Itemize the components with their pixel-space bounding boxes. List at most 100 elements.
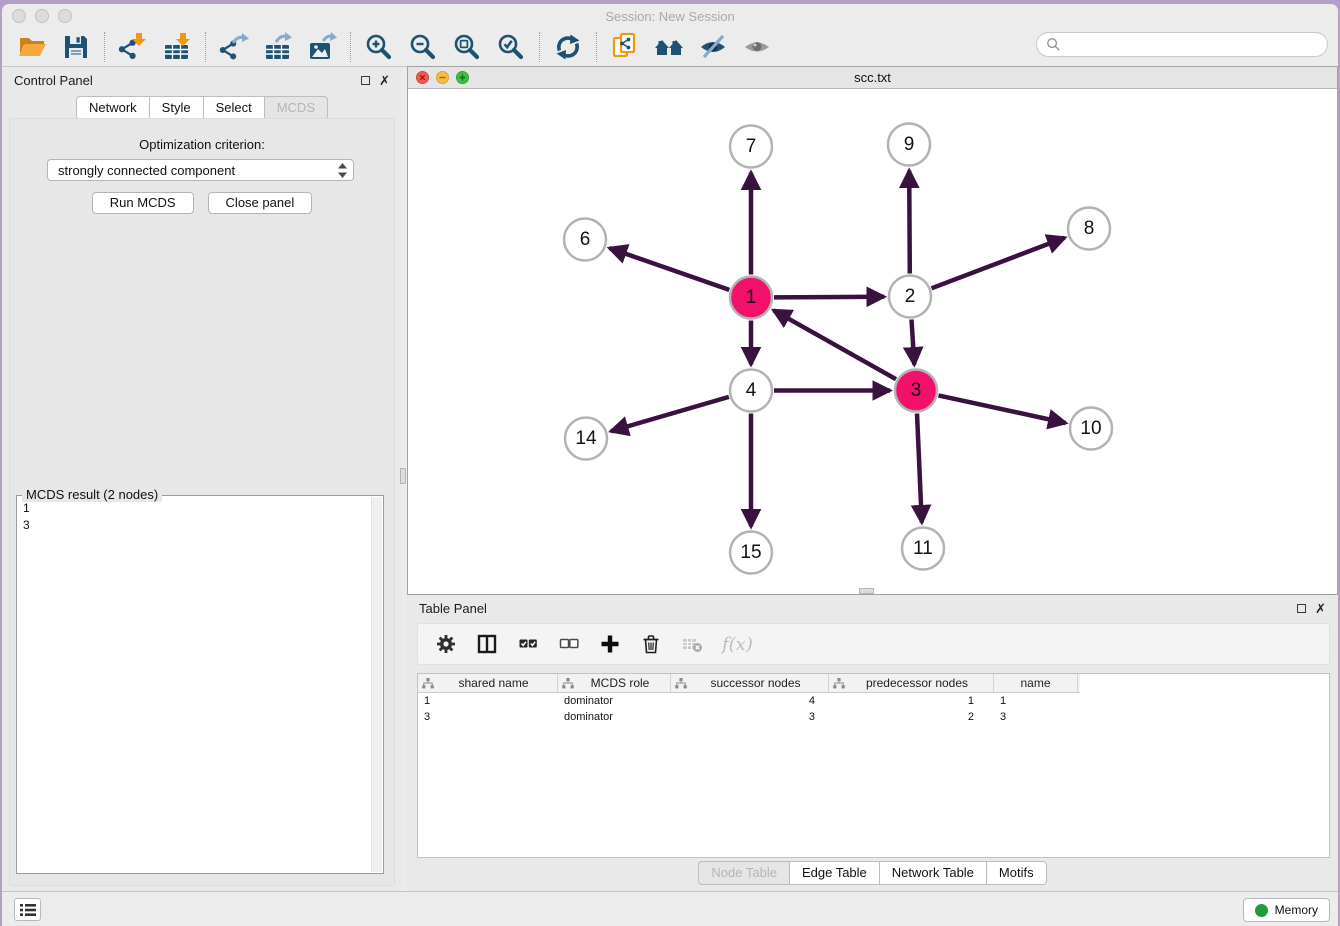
open-session-button[interactable] bbox=[10, 30, 54, 64]
tab-node-table[interactable]: Node Table bbox=[698, 861, 790, 885]
close-icon[interactable] bbox=[416, 71, 429, 84]
node-11[interactable]: 11 bbox=[902, 528, 944, 570]
tab-network-table[interactable]: Network Table bbox=[880, 861, 987, 885]
node-9[interactable]: 9 bbox=[888, 124, 930, 166]
new-network-from-selection-button[interactable] bbox=[603, 30, 647, 64]
edge-2-8[interactable] bbox=[932, 238, 1065, 289]
criterion-select[interactable]: strongly connected component bbox=[47, 159, 354, 181]
hide-selected-button[interactable] bbox=[691, 30, 735, 64]
node-label: 11 bbox=[913, 538, 933, 559]
column-header-predecessor-nodes[interactable]: predecessor nodes bbox=[829, 674, 994, 692]
table-row[interactable]: 3dominator323 bbox=[418, 709, 1329, 725]
column-header-label: name bbox=[998, 676, 1073, 690]
node-4[interactable]: 4 bbox=[730, 370, 772, 412]
tab-mcds[interactable]: MCDS bbox=[265, 96, 328, 120]
node-label: 1 bbox=[746, 287, 757, 308]
memory-button[interactable]: Memory bbox=[1243, 898, 1330, 922]
node-7[interactable]: 7 bbox=[730, 126, 772, 168]
delete-table-button[interactable] bbox=[681, 633, 703, 655]
gear-button[interactable] bbox=[435, 633, 457, 655]
table-row[interactable]: 1dominator411 bbox=[418, 693, 1329, 709]
tab-motifs[interactable]: Motifs bbox=[987, 861, 1047, 885]
column-type-icon bbox=[422, 678, 434, 689]
edge-3-10[interactable] bbox=[939, 395, 1066, 423]
search-box[interactable] bbox=[1036, 32, 1328, 57]
table-cell: 3 bbox=[994, 709, 1078, 725]
import-table-icon bbox=[162, 32, 192, 62]
node-label: 2 bbox=[905, 286, 916, 307]
horizontal-splitter-grip[interactable] bbox=[859, 588, 874, 594]
tab-network[interactable]: Network bbox=[76, 96, 150, 120]
close-panel-button[interactable]: Close panel bbox=[208, 192, 313, 214]
table-cell: 3 bbox=[671, 709, 829, 725]
node-8[interactable]: 8 bbox=[1068, 208, 1110, 250]
add-column-button[interactable] bbox=[599, 633, 621, 655]
table-cell: 4 bbox=[671, 693, 829, 709]
node-14[interactable]: 14 bbox=[565, 418, 607, 460]
network-window-controls bbox=[416, 71, 469, 84]
zoom-out-button[interactable] bbox=[401, 30, 445, 64]
maximize-icon[interactable] bbox=[456, 71, 469, 84]
float-panel-icon[interactable] bbox=[1297, 604, 1306, 613]
import-table-button[interactable] bbox=[155, 30, 199, 64]
network-canvas[interactable]: 7 9 6 8 1 2 4 3 14 10 15 11 bbox=[408, 89, 1337, 594]
table-cell: 1 bbox=[829, 693, 994, 709]
export-image-button[interactable] bbox=[300, 30, 344, 64]
vertical-splitter-grip[interactable] bbox=[400, 468, 406, 484]
export-network-button[interactable] bbox=[212, 30, 256, 64]
edge-1-6[interactable] bbox=[610, 248, 730, 290]
network-graph[interactable]: 7 9 6 8 1 2 4 3 14 10 15 11 bbox=[408, 89, 1337, 594]
edge-1-2[interactable] bbox=[774, 297, 884, 298]
export-table-button[interactable] bbox=[256, 30, 300, 64]
zoom-selected-button[interactable] bbox=[489, 30, 533, 64]
close-panel-icon[interactable]: ✗ bbox=[1315, 603, 1326, 614]
node-label: 9 bbox=[904, 134, 915, 155]
deselect-all-button[interactable] bbox=[558, 633, 580, 655]
node-label: 8 bbox=[1084, 218, 1095, 239]
tab-edge-table[interactable]: Edge Table bbox=[790, 861, 880, 885]
column-header-mcds-role[interactable]: MCDS role bbox=[558, 674, 671, 692]
edge-2-3[interactable] bbox=[912, 320, 915, 365]
mcds-result-scrollbar[interactable] bbox=[371, 497, 382, 872]
close-panel-icon[interactable]: ✗ bbox=[379, 75, 390, 86]
node-15[interactable]: 15 bbox=[730, 532, 772, 574]
run-mcds-button[interactable]: Run MCDS bbox=[92, 192, 194, 214]
column-view-button[interactable] bbox=[476, 633, 498, 655]
refresh-layout-button[interactable] bbox=[546, 30, 590, 64]
tab-select[interactable]: Select bbox=[204, 96, 265, 120]
node-3[interactable]: 3 bbox=[895, 370, 937, 412]
node-1[interactable]: 1 bbox=[730, 277, 772, 319]
edge-2-9[interactable] bbox=[909, 171, 910, 274]
task-history-button[interactable] bbox=[14, 898, 41, 921]
home-layout-button[interactable] bbox=[647, 30, 691, 64]
search-input[interactable] bbox=[1066, 37, 1318, 52]
column-header-shared-name[interactable]: shared name bbox=[418, 674, 558, 692]
column-type-icon bbox=[562, 678, 574, 689]
tab-style[interactable]: Style bbox=[150, 96, 204, 120]
edge-4-14[interactable] bbox=[611, 397, 729, 431]
column-type-icon bbox=[833, 678, 845, 689]
node-2[interactable]: 2 bbox=[889, 276, 931, 318]
mcds-panel: Optimization criterion: strongly connect… bbox=[9, 118, 395, 886]
node-table: shared nameMCDS rolesuccessor nodes prede… bbox=[417, 673, 1330, 858]
show-all-button[interactable] bbox=[735, 30, 779, 64]
column-header-name[interactable]: name bbox=[994, 674, 1078, 692]
select-all-button[interactable] bbox=[517, 633, 539, 655]
node-10[interactable]: 10 bbox=[1070, 408, 1112, 450]
column-header-successor-nodes[interactable]: successor nodes bbox=[671, 674, 829, 692]
delete-columns-button[interactable] bbox=[640, 633, 662, 655]
import-network-button[interactable] bbox=[111, 30, 155, 64]
edge-3-11[interactable] bbox=[917, 414, 922, 523]
function-builder-button[interactable]: f(x) bbox=[722, 634, 753, 655]
zoom-in-button[interactable] bbox=[357, 30, 401, 64]
hide-selected-icon bbox=[698, 32, 728, 62]
column-header-label: predecessor nodes bbox=[845, 676, 989, 690]
edge-3-1[interactable] bbox=[774, 310, 896, 379]
float-panel-icon[interactable] bbox=[361, 76, 370, 85]
node-6[interactable]: 6 bbox=[564, 219, 606, 261]
node-label: 6 bbox=[580, 229, 591, 250]
mcds-result-box: MCDS result (2 nodes) 13 bbox=[16, 495, 384, 874]
minimize-icon[interactable] bbox=[436, 71, 449, 84]
save-session-button[interactable] bbox=[54, 30, 98, 64]
zoom-fit-button[interactable] bbox=[445, 30, 489, 64]
